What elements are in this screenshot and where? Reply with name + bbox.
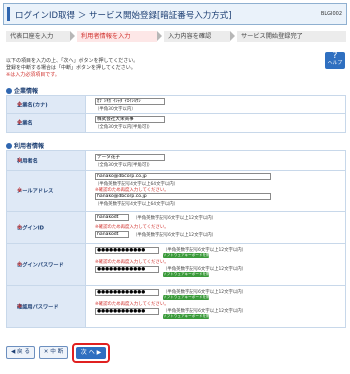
field-hint: （半角30文字以内） [95, 107, 136, 112]
row-company-name: 企業名 ※ 株式会社大栄商事 （全角30文字以内[半角可]） [7, 114, 345, 133]
back-button[interactable]: ◀ 戻 る [6, 346, 35, 359]
step-3: 入力内容を確認 [164, 31, 230, 42]
login-id-confirm-input[interactable]: hanakodt [95, 231, 129, 238]
next-button[interactable]: 次 へ ▶ [76, 347, 106, 359]
section-heading-user: 利用者情報 [6, 141, 44, 150]
confirm-password-input[interactable]: ●●●●●●●●●●●● [95, 289, 159, 296]
email-input[interactable]: hanako@dbcorp.co.jp [95, 173, 271, 180]
step-1: 代表口座を入力 [6, 31, 70, 42]
user-table: 利用者名 ※ データ花子 （全角30文字以内[半角可]） メールアドレス ※ han… [6, 150, 346, 328]
confirm-note: ※確認のため再度入力してください。 [95, 225, 169, 230]
instruction-line: 登録を中断する場合は「中断」ボタンを押してください。 [6, 65, 136, 71]
section-bullet-icon [6, 88, 12, 94]
header-accent-bar [7, 7, 10, 21]
next-button-highlight[interactable]: 次 へ ▶ [72, 343, 110, 363]
step-2-current: 利用者情報を入力 [77, 31, 157, 42]
field-hint: （半角英数字記号6文字以上12文字以内） [133, 216, 217, 221]
row-email: メールアドレス ※ hanako@dbcorp.co.jp （半角英数字記号4文字… [7, 171, 345, 212]
company-kana-input[interactable]: ｶﾌﾞｼｷｶﾞｲｼｬﾀﾞｲｴｲｼｮｳｼﾞ [95, 98, 165, 105]
field-hint: （半角英数字記号4文字以上64文字以内） [95, 202, 179, 207]
email-confirm-input[interactable]: hanako@dbcorp.co.jp [95, 193, 271, 200]
abort-button[interactable]: ✕ 中 断 [39, 346, 68, 359]
software-keyboard-button[interactable]: ソフトウェアキーボードを開く [163, 253, 213, 258]
login-password-input[interactable]: ●●●●●●●●●●●● [95, 247, 159, 254]
row-user-name: 利用者名 ※ データ花子 （全角30文字以内[半角可]） [7, 151, 345, 171]
page-title: ログインID取得 ＞ サービス開始登録[暗証番号入力方式] [15, 11, 232, 21]
row-confirm-password: 確認用パスワード ※ ●●●●●●●●●●●● （半角英数字記号6文字以上12文字… [7, 286, 345, 328]
screen-code: BLGI002 [320, 11, 342, 17]
company-table: 企業名(カナ) ※ ｶﾌﾞｼｷｶﾞｲｼｬﾀﾞｲｴｲｼｮｳｼﾞ （半角30文字以内）… [6, 95, 346, 133]
software-keyboard-button[interactable]: ソフトウェアキーボードを開く [163, 314, 213, 319]
page-header: ログインID取得 ＞ サービス開始登録[暗証番号入力方式] BLGI002 [3, 3, 347, 25]
help-label: ヘルプ [327, 61, 343, 66]
step-arrow-icon [157, 31, 162, 41]
field-hint: （全角30文字以内[半角可]） [95, 125, 153, 130]
required-note: ※は入力必須項目です。 [6, 72, 60, 78]
confirm-password-confirm-input[interactable]: ●●●●●●●●●●●● [95, 308, 159, 315]
instruction-line: 以下の項目を入力の上、「次へ」ボタンを押してください。 [6, 58, 139, 64]
software-keyboard-button[interactable]: ソフトウェアキーボードを開く [163, 295, 213, 300]
user-name-input[interactable]: データ花子 [95, 154, 165, 161]
row-login-id: ログインID ※ hanakodt （半角英数字記号6文字以上12文字以内） ※確… [7, 212, 345, 244]
field-hint: （全角30文字以内[半角可]） [95, 163, 153, 168]
section-heading-company: 企業情報 [6, 86, 38, 95]
login-id-input[interactable]: hanakodt [95, 214, 129, 221]
step-arrow-icon [230, 31, 235, 41]
row-login-password: ログインパスワード ※ ●●●●●●●●●●●● （半角英数字記号6文字以上12文… [7, 244, 345, 286]
confirm-note: ※確認のため再度入力してください。 [95, 260, 169, 265]
field-hint: （半角英数字記号6文字以上12文字以内） [133, 233, 217, 238]
step-arrow-icon [70, 31, 75, 41]
row-company-kana: 企業名(カナ) ※ ｶﾌﾞｼｷｶﾞｲｼｬﾀﾞｲｴｲｼｮｳｼﾞ （半角30文字以内） [7, 96, 345, 114]
step-4: サービス開始登録完了 [237, 31, 346, 42]
confirm-note: ※確認のため再度入力してください。 [95, 302, 169, 307]
help-button[interactable]: ? ヘルプ [325, 51, 345, 69]
section-bullet-icon [6, 143, 12, 149]
login-password-confirm-input[interactable]: ●●●●●●●●●●●● [95, 266, 159, 273]
software-keyboard-button[interactable]: ソフトウェアキーボードを開く [163, 272, 213, 277]
help-question-icon: ? [332, 51, 338, 61]
step-indicator: 代表口座を入力 利用者情報を入力 入力内容を確認 サービス開始登録完了 [6, 31, 346, 42]
company-name-input[interactable]: 株式会社大栄商事 [95, 116, 165, 123]
instructions: 以下の項目を入力の上、「次へ」ボタンを押してください。 登録を中断する場合は「中… [6, 58, 296, 79]
